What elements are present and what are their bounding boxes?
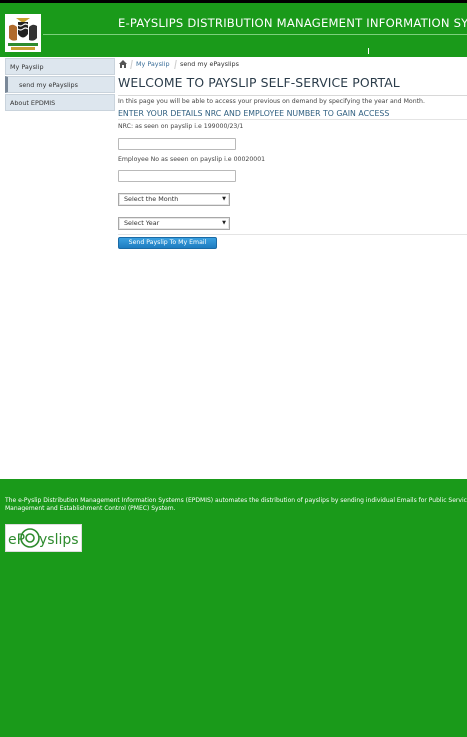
content-area xyxy=(0,57,467,479)
send-payslip-button[interactable]: Send Payslip To My Email xyxy=(118,237,217,249)
divider xyxy=(118,234,467,235)
dropdown-arrow-icon: ▼ xyxy=(222,196,226,202)
form-subheading: ENTER YOUR DETAILS NRC AND EMPLOYEE NUMB… xyxy=(118,109,390,118)
sidebar-item-label: send my ePayslips xyxy=(19,81,78,89)
year-select-value: Select Year xyxy=(124,219,160,227)
sidebar-item-label: About EPDMIS xyxy=(10,99,56,107)
breadcrumb: My Payslip send my ePayslips xyxy=(118,57,467,72)
header-separator xyxy=(368,48,369,54)
breadcrumb-separator xyxy=(130,60,133,69)
sidebar-item-about-epdmis[interactable]: About EPDMIS xyxy=(5,94,115,111)
nrc-input[interactable] xyxy=(118,138,236,150)
nrc-label: NRC: as seen on payslip i.e 199000/23/1 xyxy=(118,123,244,130)
breadcrumb-my-payslip[interactable]: My Payslip xyxy=(136,57,170,72)
breadcrumb-separator xyxy=(174,60,177,69)
employee-number-label: Employee No as seeen on payslip i.e 0002… xyxy=(118,156,266,163)
coat-of-arms-logo xyxy=(5,14,41,52)
epayslips-logo: eP yslips xyxy=(5,524,82,552)
home-icon[interactable] xyxy=(119,60,127,68)
header: E-PAYSLIPS DISTRIBUTION MANAGEMENT INFOR… xyxy=(0,3,467,57)
sidebar-item-send-my-epayslips[interactable]: send my ePayslips xyxy=(5,76,115,93)
page-title: WELCOME TO PAYSLIP SELF-SERVICE PORTAL xyxy=(118,75,400,90)
intro-text: In this page you will be able to access … xyxy=(118,98,425,105)
divider xyxy=(118,119,467,120)
sidebar-item-label: My Payslip xyxy=(10,63,44,71)
sidebar: My Payslip send my ePayslips About EPDMI… xyxy=(5,58,115,112)
divider xyxy=(118,95,467,96)
employee-number-input[interactable] xyxy=(118,170,236,182)
svg-text:eP: eP xyxy=(8,532,25,548)
dropdown-arrow-icon: ▼ xyxy=(222,220,226,226)
year-select[interactable]: Select Year ▼ xyxy=(118,217,230,230)
month-select-value: Select the Month xyxy=(124,195,179,203)
main-content: My Payslip send my ePayslips WELCOME TO … xyxy=(118,57,467,249)
footer-description: The e-Pyslip Distribution Management Inf… xyxy=(5,497,467,512)
header-divider xyxy=(43,34,467,35)
breadcrumb-current: send my ePayslips xyxy=(180,60,239,68)
month-select[interactable]: Select the Month ▼ xyxy=(118,193,230,206)
system-title: E-PAYSLIPS DISTRIBUTION MANAGEMENT INFOR… xyxy=(118,16,467,30)
sidebar-item-my-payslip[interactable]: My Payslip xyxy=(5,58,115,75)
svg-text:yslips: yslips xyxy=(39,532,79,548)
